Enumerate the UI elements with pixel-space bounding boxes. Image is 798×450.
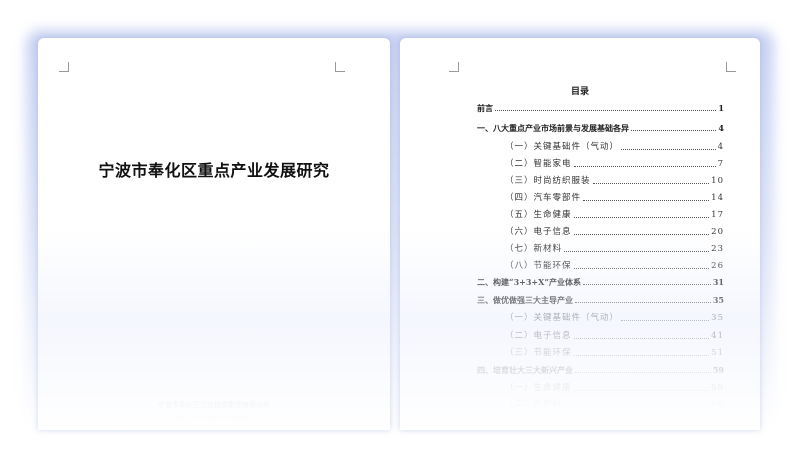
toc-entry-page: 41 xyxy=(711,331,724,341)
toc-entry-label: （一）关键基础件（气动） xyxy=(505,142,620,152)
toc-entry-page: 4 xyxy=(718,123,724,133)
toc-leader-dots xyxy=(583,200,710,201)
toc-entry-label: 四、培育壮大三大新兴产业 xyxy=(477,365,573,375)
toc-entry-label: （一）关键基础件（气动） xyxy=(505,313,620,323)
toc-entry-page: 51 xyxy=(711,348,724,358)
toc-entry[interactable]: 二、构建“3+3+X”产业体系 31 xyxy=(477,274,724,287)
toc-entry-label: （七）新材料 xyxy=(505,244,563,254)
crop-mark-top-right xyxy=(726,62,736,72)
toc-leader-dots xyxy=(573,268,710,269)
toc-leader-dots xyxy=(564,251,710,252)
toc-entry[interactable]: 一、八大重点产业市场前景与发展基础各异 4 xyxy=(477,120,724,133)
crop-mark-top-right xyxy=(335,62,345,72)
toc-entry-label: 二、构建“3+3+X”产业体系 xyxy=(477,277,581,287)
toc-leader-dots xyxy=(573,390,710,391)
toc-entry[interactable]: （二）智能家电 7 xyxy=(505,156,724,169)
toc-entry-label: （三）时尚纺织服装 xyxy=(505,176,591,186)
crop-mark-top-left xyxy=(449,62,459,72)
publisher-line-2: 浙江省乡贤科技研究院有限公司 xyxy=(165,415,263,423)
toc-entry[interactable]: 前言 1 xyxy=(477,100,724,113)
toc-entry-label: （三）节能环保 xyxy=(505,348,572,358)
toc-entry-label: （二）智能家电 xyxy=(505,159,572,169)
toc-entry[interactable]: （三）节能环保 51 xyxy=(505,345,724,358)
toc-entry-page: 1 xyxy=(718,103,724,113)
publisher-line-1: 宁波市奉化区工业投资集团有限公司 xyxy=(158,401,270,409)
toc-leader-dots xyxy=(621,149,716,150)
toc-entry-page: 66 xyxy=(711,399,724,409)
toc-entry[interactable]: 三、做优做强三大主导产业 35 xyxy=(477,292,724,305)
toc-entry-label: （六）电子信息 xyxy=(505,227,572,237)
cover-page: 宁波市奉化区重点产业发展研究 宁波市奉化区工业投资集团有限公司 浙江省乡贤科技研… xyxy=(38,38,390,430)
toc-leader-dots xyxy=(573,355,710,356)
toc-entry[interactable]: （二）新材料 66 xyxy=(505,396,724,409)
toc-leader-dots xyxy=(573,234,710,235)
toc-entry-page: 23 xyxy=(711,244,724,254)
toc-entry-page: 14 xyxy=(711,193,724,203)
toc-entry-label: （三） xyxy=(505,415,534,425)
toc-entry-label: （一）生命健康 xyxy=(505,383,572,393)
toc-entry-page: 59 xyxy=(712,365,724,375)
toc-entry[interactable]: （六）电子信息 20 xyxy=(505,224,724,237)
toc-entry[interactable]: （一）关键基础件（气动） 4 xyxy=(505,139,724,152)
toc-leader-dots xyxy=(573,338,710,339)
toc-page: 目录 前言 1 一、八大重点产业市场前景与发展基础各异 4 （一）关键基础件（气… xyxy=(400,38,760,430)
toc-entry-page: 26 xyxy=(711,261,724,271)
toc-entry[interactable]: （一）生命健康 59 xyxy=(505,380,724,393)
toc-leader-dots xyxy=(631,130,717,131)
toc-entry-page: 7 xyxy=(717,159,724,169)
toc-entry-page: 17 xyxy=(711,210,724,220)
document-title: 宁波市奉化区重点产业发展研究 xyxy=(98,161,330,180)
toc-leader-dots xyxy=(592,183,710,184)
toc-heading: 目录 xyxy=(570,87,589,97)
toc-entry[interactable]: （三）时尚纺织服装 10 xyxy=(505,173,724,186)
toc-entry-label: 前言 xyxy=(477,103,493,113)
toc-entry-label: （五）生命健康 xyxy=(505,210,572,220)
toc-entry-label: 三、做优做强三大主导产业 xyxy=(477,295,573,305)
toc-entry-page: 10 xyxy=(711,176,724,186)
toc-entry-page: 35 xyxy=(712,295,724,305)
toc-entry-label: （四）汽车零部件 xyxy=(505,193,582,203)
toc-leader-dots xyxy=(573,217,710,218)
toc-leader-dots xyxy=(621,320,710,321)
toc-entry-label: 一、八大重点产业市场前景与发展基础各异 xyxy=(477,123,629,133)
toc-entry-page: 4 xyxy=(717,142,724,152)
toc-entry[interactable]: （三） 77 xyxy=(505,412,724,425)
toc-entry[interactable]: （一）关键基础件（气动） 35 xyxy=(505,310,724,323)
toc-entry[interactable]: （五）生命健康 17 xyxy=(505,207,724,220)
toc-leader-dots xyxy=(535,422,710,423)
toc-leader-dots xyxy=(575,302,711,303)
toc-entry-page: 35 xyxy=(711,313,724,323)
toc-entry[interactable]: （四）汽车零部件 14 xyxy=(505,190,724,203)
toc-leader-dots xyxy=(564,406,710,407)
toc-entry-label: （二）电子信息 xyxy=(505,331,572,341)
toc-leader-dots xyxy=(573,166,716,167)
toc-entry[interactable]: （八）节能环保 26 xyxy=(505,258,724,271)
toc-entry-page: 20 xyxy=(711,227,724,237)
toc-entry-page: 59 xyxy=(711,383,724,393)
crop-mark-top-left xyxy=(59,62,69,72)
toc-leader-dots xyxy=(582,284,711,285)
toc-entry-page: 31 xyxy=(712,277,724,287)
toc-entry-label: （二）新材料 xyxy=(505,399,563,409)
toc-entry[interactable]: （七）新材料 23 xyxy=(505,241,724,254)
toc-leader-dots xyxy=(495,110,717,111)
toc-leader-dots xyxy=(575,372,711,373)
toc-entry[interactable]: 四、培育壮大三大新兴产业 59 xyxy=(477,362,724,375)
toc-entry-page: 77 xyxy=(711,415,724,425)
toc-entry[interactable]: （二）电子信息 41 xyxy=(505,328,724,341)
toc-entry-label: （八）节能环保 xyxy=(505,261,572,271)
